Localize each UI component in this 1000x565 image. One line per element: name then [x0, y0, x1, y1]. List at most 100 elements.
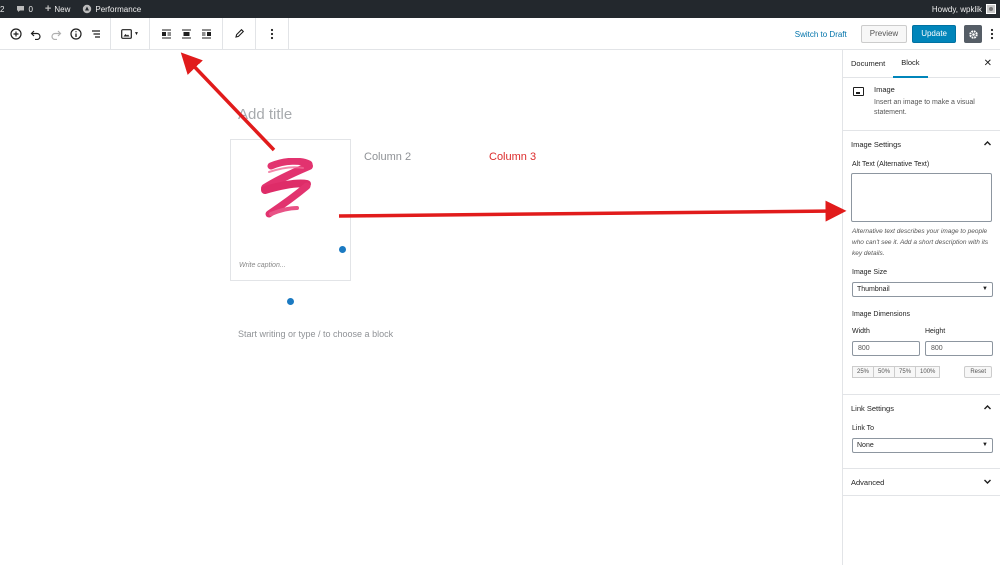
align-left-button[interactable] [156, 24, 176, 44]
image-dimensions-label: Image Dimensions [852, 311, 910, 318]
column-3-text[interactable]: Column 3 [489, 151, 536, 163]
percent-75-button[interactable]: 75% [894, 366, 917, 378]
info-icon [70, 27, 82, 40]
alt-text-textarea[interactable] [851, 173, 992, 222]
block-card: Image Insert an image to make a visual s… [843, 78, 1000, 131]
more-group [256, 17, 289, 50]
link-settings-toggle[interactable]: Link Settings [843, 395, 1000, 422]
performance-icon [83, 4, 92, 14]
default-block-appender[interactable]: Start writing or type / to choose a bloc… [238, 329, 393, 339]
pink-brush-stroke-image [261, 158, 313, 218]
sidebar-tabs: Document Block ✕ [843, 50, 1000, 78]
alt-text-help: Alternative text describes your image to… [852, 228, 989, 257]
performance-menu[interactable]: Performance [82, 0, 141, 18]
block-type-group: ▼ [111, 17, 150, 50]
redo-icon [51, 30, 62, 40]
align-center-icon [181, 29, 191, 38]
image-icon [121, 28, 132, 39]
comments-menu[interactable]: 0 [16, 0, 33, 18]
more-tools-button[interactable] [986, 25, 998, 43]
editor-tools [0, 17, 111, 50]
content-info-button[interactable] [66, 24, 86, 44]
admin-bar: 2 0 + New Performance Howdy, wpklik [0, 0, 1000, 18]
settings-button[interactable] [964, 25, 982, 43]
align-right-button[interactable] [196, 24, 216, 44]
add-block-button[interactable] [6, 24, 26, 44]
percent-100-button[interactable]: 100% [915, 366, 941, 378]
post-title-input[interactable]: Add title [238, 106, 292, 123]
link-to-label: Link To [852, 425, 875, 432]
caret-down-icon: ▼ [982, 442, 988, 448]
new-label: New [54, 4, 71, 14]
pencil-icon [234, 28, 244, 38]
settings-sidebar: Document Block ✕ Image Insert an image t… [842, 50, 1000, 565]
plus-icon: + [44, 3, 52, 15]
account-menu[interactable]: Howdy, wpklik [932, 0, 996, 18]
advanced-toggle[interactable]: Advanced [843, 469, 1000, 496]
height-label: Height [925, 328, 946, 335]
comments-count: 0 [28, 4, 33, 14]
width-label: Width [852, 328, 870, 335]
image-icon [853, 87, 864, 96]
height-input[interactable]: 800 [925, 341, 993, 356]
block-name: Image [874, 85, 895, 94]
image-size-label: Image Size [852, 269, 888, 276]
percent-50-button[interactable]: 50% [873, 366, 896, 378]
close-icon[interactable]: ✕ [984, 58, 992, 69]
align-right-icon [201, 29, 211, 38]
tab-block[interactable]: Block [893, 50, 928, 78]
panel-title: Image Settings [851, 140, 902, 149]
percent-25-button[interactable]: 25% [852, 366, 875, 378]
block-type-switcher[interactable]: ▼ [117, 24, 143, 44]
reset-button[interactable]: Reset [964, 366, 992, 378]
edit-group [223, 17, 256, 50]
editor-canvas: Add title Write caption... Column 2 Colu… [0, 50, 842, 565]
tab-document[interactable]: Document [843, 50, 893, 78]
image-settings-panel: Image Settings Alt Text (Alternative Tex… [843, 131, 1000, 395]
link-settings-panel: Link Settings Link To None ▼ [843, 395, 1000, 469]
edit-image-button[interactable] [229, 24, 249, 44]
vertical-ellipsis-icon [270, 28, 274, 39]
list-icon [92, 29, 100, 38]
column-2-text[interactable]: Column 2 [364, 151, 411, 163]
comment-icon [17, 6, 25, 12]
more-options-button[interactable] [262, 24, 282, 44]
switch-to-draft-button[interactable]: Switch to Draft [795, 30, 847, 39]
link-to-select[interactable]: None ▼ [852, 438, 993, 453]
site-fragment: 2 [0, 4, 5, 14]
howdy-label: Howdy, wpklik [931, 4, 982, 14]
redo-button[interactable] [46, 24, 66, 44]
image-block[interactable]: Write caption... [230, 139, 351, 305]
new-menu[interactable]: + New [45, 0, 70, 18]
percent-button-group: 25% 50% 75% 100% [852, 366, 941, 378]
panel-title: Link Settings [851, 404, 894, 413]
image-settings-toggle[interactable]: Image Settings [843, 131, 1000, 158]
resize-handle-right[interactable] [339, 246, 346, 253]
image-size-select[interactable]: Thumbnail ▼ [852, 282, 993, 297]
vertical-ellipsis-icon [990, 28, 994, 40]
chevron-up-icon [984, 141, 991, 146]
preview-button[interactable]: Preview [860, 25, 908, 43]
align-center-button[interactable] [176, 24, 196, 44]
resize-handle-bottom[interactable] [287, 298, 294, 305]
caption-input[interactable]: Write caption... [239, 262, 286, 269]
undo-button[interactable] [26, 24, 46, 44]
performance-label: Performance [95, 4, 142, 14]
align-left-icon [161, 29, 171, 38]
undo-icon [30, 30, 41, 40]
advanced-panel: Advanced [843, 469, 1000, 496]
panel-title: Advanced [851, 478, 885, 487]
chevron-down-icon [984, 479, 991, 484]
editor-toolbar: ▼ Switch to Draft Preview Update [0, 17, 1000, 50]
width-input[interactable]: 800 [852, 341, 920, 356]
gear-icon [968, 29, 978, 39]
update-button[interactable]: Update [912, 25, 956, 43]
caret-down-icon: ▼ [982, 286, 988, 292]
alt-text-label: Alt Text (Alternative Text) [852, 161, 930, 168]
plus-circle-icon [10, 27, 22, 40]
block-description: Insert an image to make a visual stateme… [874, 99, 975, 116]
block-navigation-button[interactable] [86, 24, 106, 44]
caret-down-icon: ▼ [134, 30, 139, 37]
site-menu[interactable]: 2 [0, 0, 4, 18]
avatar [986, 4, 996, 14]
